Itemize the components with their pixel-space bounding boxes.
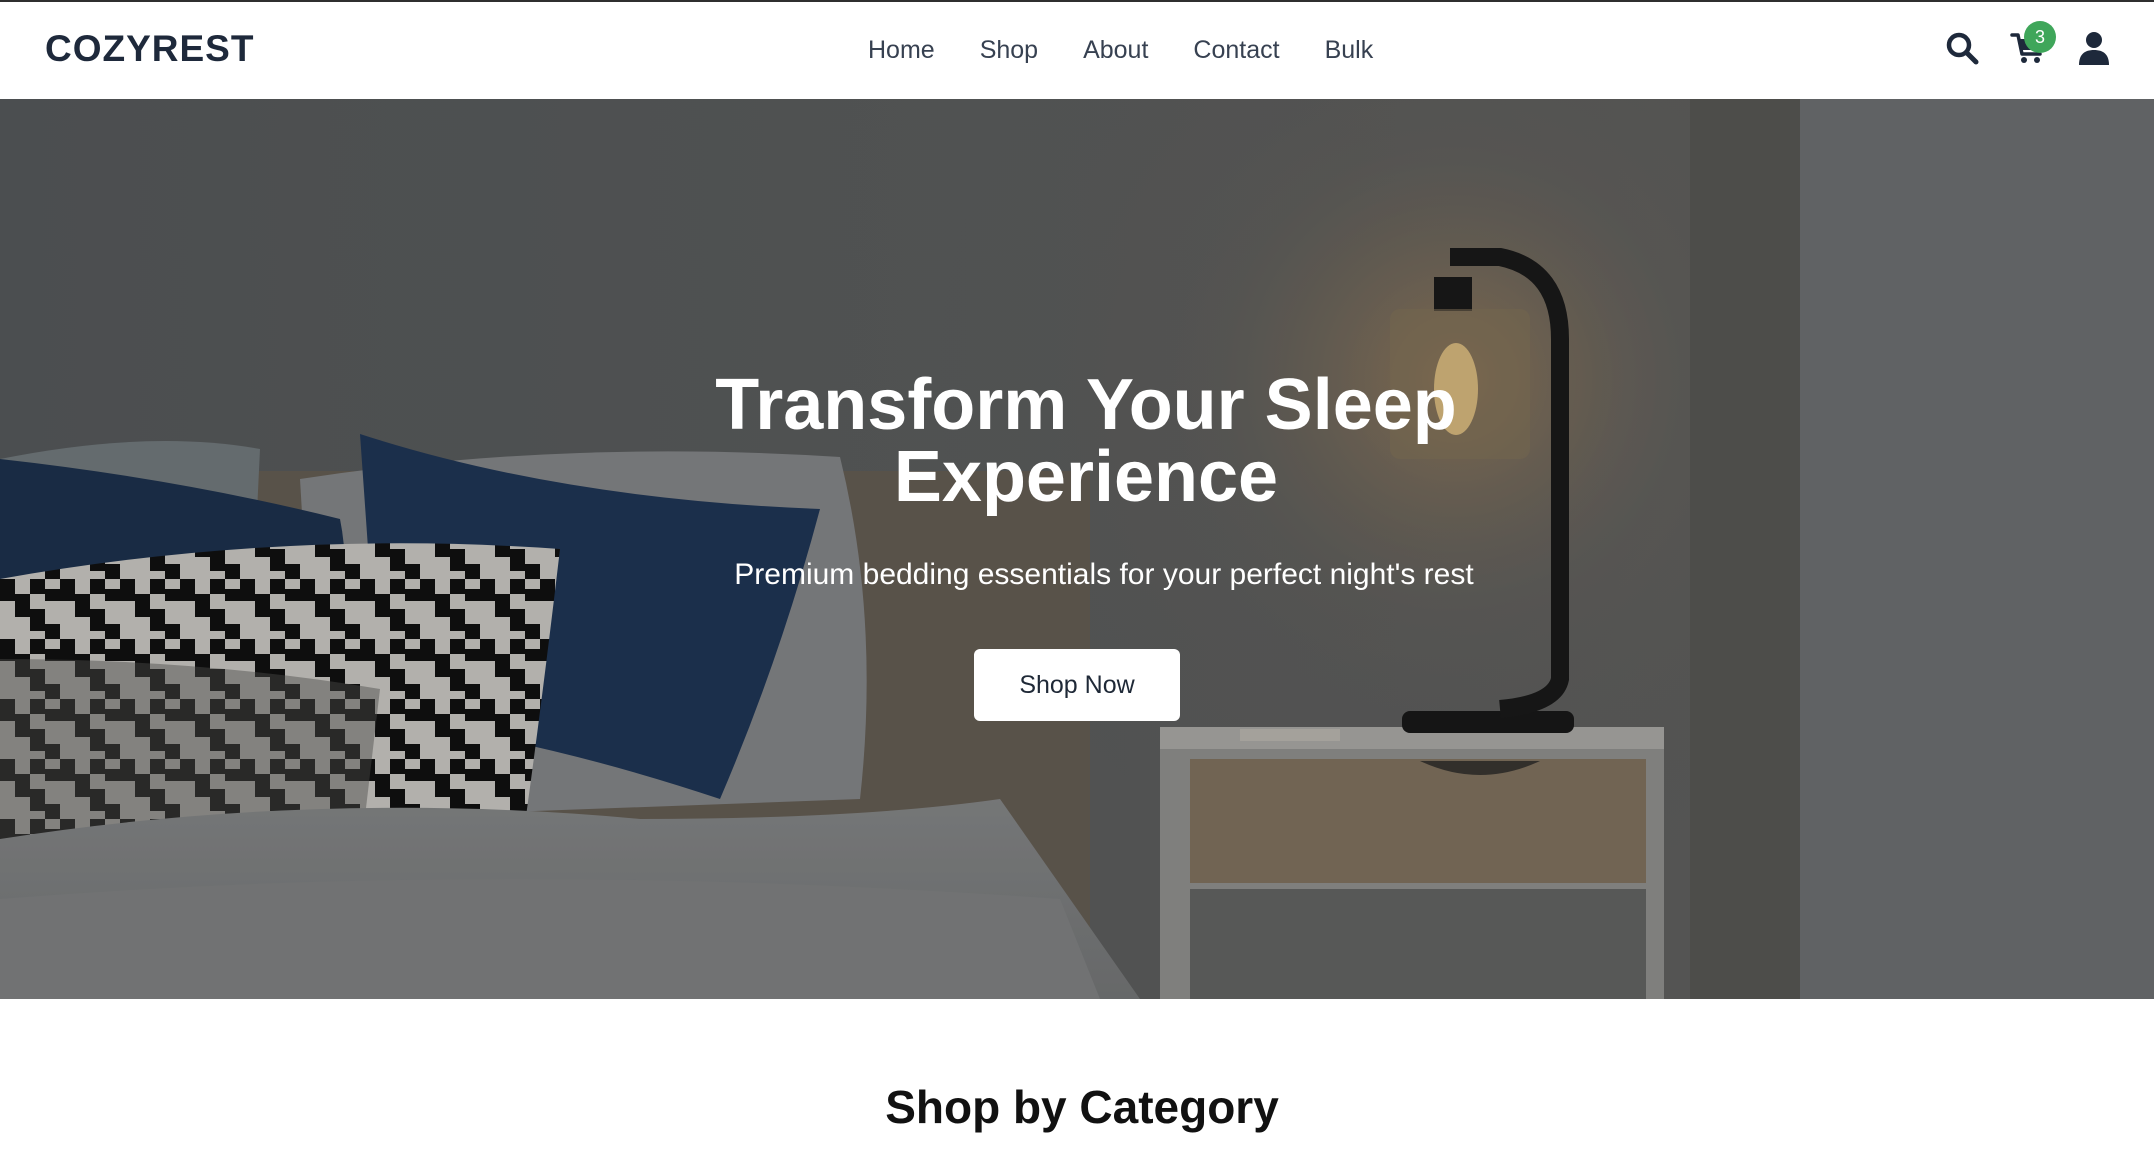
search-icon[interactable] [1944, 30, 1980, 66]
hero-banner: Transform Your Sleep Experience Premium … [0, 99, 2154, 999]
brand-logo[interactable]: COZYREST [45, 28, 254, 70]
nav-link-contact[interactable]: Contact [1193, 36, 1279, 65]
hero-subtitle: Premium bedding essentials for your perf… [734, 558, 1474, 591]
nav-link-shop[interactable]: Shop [980, 36, 1038, 65]
user-icon[interactable] [2076, 30, 2112, 66]
hero-content: Transform Your Sleep Experience Premium … [0, 99, 2154, 999]
hero-title: Transform Your Sleep Experience [0, 369, 2154, 513]
cart-count-badge: 3 [2024, 21, 2056, 53]
nav-link-bulk[interactable]: Bulk [1325, 36, 1374, 65]
hero-title-line-1: Transform Your Sleep [715, 365, 1457, 445]
site-header: COZYREST Home Shop About Contact Bulk [0, 0, 2154, 99]
main-nav: Home Shop About Contact Bulk [868, 2, 1373, 99]
hero-title-line-2: Experience [893, 437, 1279, 517]
shop-by-category-heading: Shop by Category [885, 1081, 1279, 1133]
shop-now-button[interactable]: Shop Now [974, 649, 1180, 721]
nav-link-home[interactable]: Home [868, 36, 935, 65]
nav-link-about[interactable]: About [1083, 36, 1148, 65]
